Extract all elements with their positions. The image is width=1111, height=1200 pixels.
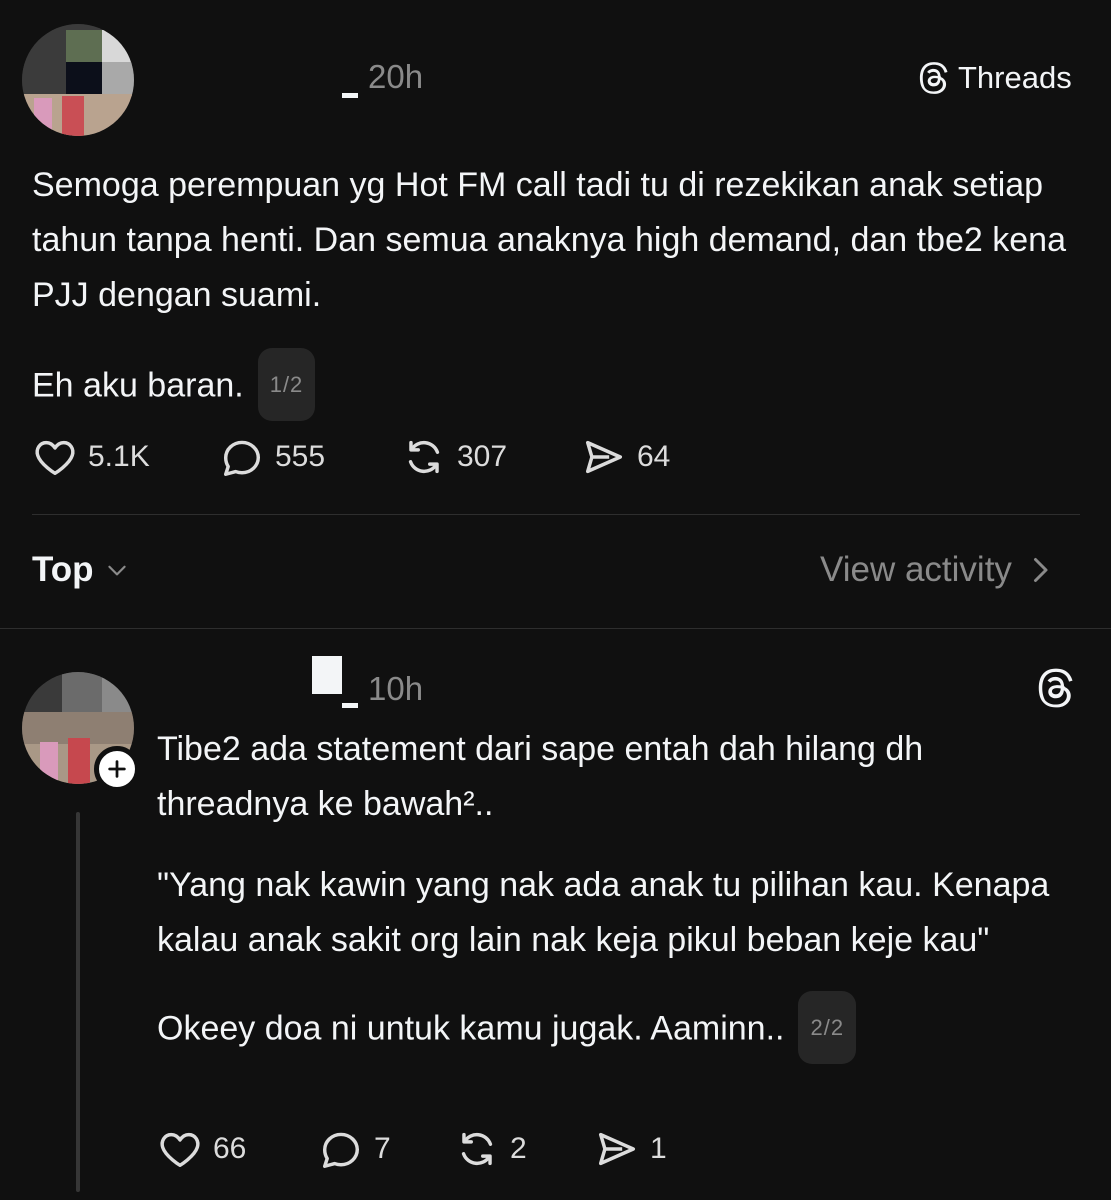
reply-button[interactable]: 7 [318, 1126, 454, 1172]
like-count: 5.1K [88, 440, 150, 473]
avatar[interactable] [22, 24, 134, 136]
repost-count: 307 [457, 440, 508, 473]
thread-page: 20h Threads Semoga perempuan yg Hot FM c… [0, 0, 1111, 1200]
repost-icon [461, 1132, 493, 1166]
reply-button[interactable]: 555 [219, 434, 401, 480]
like-button[interactable]: 5.1K [32, 434, 219, 480]
like-count: 66 [213, 1132, 247, 1165]
threads-brand[interactable]: Threads [916, 60, 1072, 96]
share-count: 1 [650, 1132, 667, 1165]
comment-icon [322, 1132, 360, 1168]
heart-icon [160, 1132, 200, 1168]
post-body: Semoga perempuan yg Hot FM call tadi tu … [32, 158, 1072, 424]
view-activity-label: View activity [820, 550, 1012, 589]
post-time: 10h [368, 670, 424, 707]
share-button[interactable]: 1 [594, 1126, 667, 1172]
post-actions: 5.1K 555 307 64 [32, 434, 670, 480]
repost-count: 2 [510, 1132, 527, 1165]
post-actions: 66 7 2 1 [157, 1126, 667, 1172]
chevron-right-icon [1033, 558, 1048, 582]
comment-icon [223, 440, 261, 476]
thread-connector [76, 812, 80, 1192]
share-button[interactable]: 64 [581, 434, 670, 480]
post-last-line: Eh aku baran. [32, 366, 244, 405]
divider [32, 514, 1080, 515]
thread-pager: 2/2 [798, 991, 857, 1064]
thread-pager: 1/2 [257, 348, 316, 421]
post-quote: "Yang nak kawin yang nak ada anak tu pil… [157, 866, 1050, 959]
view-activity-link[interactable]: View activity [820, 550, 1050, 590]
post-last-line: Okeey doa ni untuk kamu jugak. Aaminn.. [157, 1009, 785, 1048]
share-icon [585, 440, 623, 474]
post-paragraph: Semoga perempuan yg Hot FM call tadi tu … [32, 166, 1066, 314]
threads-logo-icon[interactable] [1034, 666, 1078, 710]
reply-count: 7 [374, 1132, 391, 1165]
share-count: 64 [637, 440, 671, 473]
redacted-username[interactable] [342, 703, 358, 708]
threads-brand-label: Threads [958, 60, 1072, 95]
chevron-down-icon [107, 565, 126, 576]
like-button[interactable]: 66 [157, 1126, 318, 1172]
repost-icon [408, 440, 440, 474]
sort-label: Top [32, 550, 94, 589]
post-time: 20h [368, 58, 424, 95]
follow-button[interactable] [94, 746, 140, 792]
plus-icon [108, 760, 126, 778]
sort-dropdown[interactable]: Top [32, 550, 130, 590]
divider [0, 628, 1111, 629]
threads-logo-icon [919, 62, 948, 94]
repost-button[interactable]: 307 [401, 434, 581, 480]
share-icon [598, 1132, 636, 1166]
reply-body: Tibe2 ada statement dari sape entah dah … [157, 722, 1077, 1067]
redacted-username[interactable] [342, 93, 358, 98]
repost-button[interactable]: 2 [454, 1126, 594, 1172]
redacted-username[interactable] [312, 656, 342, 694]
reply-count: 555 [275, 440, 326, 473]
heart-icon [35, 440, 75, 476]
post-paragraph: Tibe2 ada statement dari sape entah dah … [157, 730, 924, 823]
